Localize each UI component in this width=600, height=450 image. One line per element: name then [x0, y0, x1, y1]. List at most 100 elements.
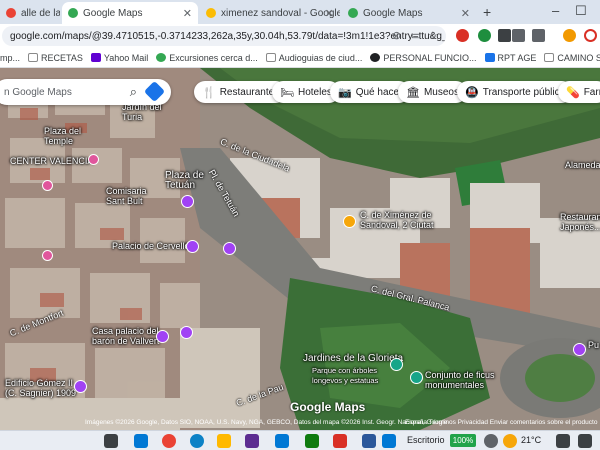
chip-farmacias[interactable]: 💊Farma	[558, 81, 600, 103]
bookmark-item[interactable]: RPT AGE	[484, 53, 536, 63]
place-label[interactable]: Restaurante Japonés...	[560, 212, 600, 232]
chrome-icon[interactable]	[162, 434, 176, 448]
map-footer-links[interactable]: España Términos Privacidad Enviar coment…	[405, 419, 597, 426]
install-icon[interactable]: ▭	[411, 29, 421, 42]
maximize-button[interactable]: ☐	[575, 3, 587, 19]
show-hidden-icons[interactable]	[556, 434, 570, 448]
museum-icon: 🏛	[406, 86, 420, 99]
extension-icon[interactable]	[498, 29, 511, 42]
mail-icon[interactable]	[275, 434, 289, 448]
address-bar[interactable]: google.com/maps/@39.4710515,-0.3714233,2…	[2, 26, 446, 46]
directions-icon[interactable]	[143, 80, 166, 103]
place-label[interactable]: Jardines de la Glorieta	[303, 354, 403, 364]
tab-3[interactable]: ximenez sandoval - Google Fot ✕	[200, 2, 340, 24]
place-label[interactable]: Pu	[588, 340, 599, 350]
app-icon[interactable]	[484, 434, 498, 448]
attraction-pin-icon[interactable]	[156, 330, 169, 343]
pdf-icon[interactable]	[333, 434, 347, 448]
google-maps-icon	[348, 8, 358, 18]
place-label[interactable]: CENTER VALENCIA	[10, 156, 93, 166]
google-maps-icon	[68, 8, 78, 18]
pharmacy-icon: 💊	[566, 86, 580, 99]
place-label[interactable]: Casa palacio del barón de Vallvert	[92, 326, 159, 346]
store-icon[interactable]	[245, 434, 259, 448]
bookmark-item[interactable]: Yahoo Mail	[90, 53, 148, 63]
search-input[interactable]: n Google Maps	[4, 87, 72, 98]
weather-icon[interactable]	[503, 434, 517, 448]
google-maps-watermark: Google Maps	[290, 400, 366, 414]
file-explorer-icon[interactable]	[217, 434, 231, 448]
edge-icon[interactable]	[190, 434, 204, 448]
camera-icon: 📷	[338, 86, 352, 99]
tab-strip: alle de la Pau Google Maps ✕ ximenez san…	[0, 0, 600, 24]
star-icon[interactable]: ☆	[428, 29, 438, 42]
satellite-map[interactable]: Plaza del Temple CENTER VALENCIA Comisar…	[0, 68, 600, 430]
attraction-pin-icon[interactable]	[223, 242, 236, 255]
temperature[interactable]: 21°C	[521, 435, 541, 445]
map-pin-icon[interactable]	[88, 154, 99, 165]
search-icon[interactable]: ⌕	[130, 84, 137, 100]
avatar[interactable]	[584, 29, 597, 42]
close-tab-icon[interactable]: ✕	[325, 7, 334, 20]
place-label[interactable]: Edificio Gómez II (C. Sagnier) 1909	[5, 378, 76, 398]
desktop-label[interactable]: Escritorio	[407, 435, 445, 445]
site-icon	[484, 53, 495, 62]
place-label: Parque con árboles longevos y estatuas	[312, 366, 379, 385]
attraction-pin-icon[interactable]	[180, 326, 193, 339]
place-label[interactable]: C. de Ximénez de Sandoval, 2 Ciutat	[360, 210, 434, 230]
tab-1[interactable]: alle de la Pau	[0, 2, 60, 24]
close-tab-icon[interactable]: ✕	[183, 7, 192, 20]
favicon-icon	[6, 8, 16, 18]
attraction-pin-icon[interactable]	[74, 380, 87, 393]
bookmark-item[interactable]: Excursiones cerca d...	[156, 53, 258, 63]
chip-transporte[interactable]: 🚇 Transporte público	[457, 81, 574, 103]
bookmarks-bar: mp... RECETAS Yahoo Mail Excursiones cer…	[0, 48, 600, 68]
windows-taskbar: Escritorio 100% 21°C	[0, 430, 600, 450]
place-label[interactable]: Comisaria Sant Bult	[106, 186, 147, 206]
task-view-icon[interactable]	[104, 434, 118, 448]
close-tab-icon[interactable]: ✕	[461, 7, 470, 20]
cast-icon[interactable]	[532, 29, 545, 42]
widgets-icon[interactable]	[134, 434, 148, 448]
bookmark-item[interactable]: Audioguias de ciud...	[265, 53, 362, 63]
bookmark-item[interactable]: CAMINO SANTIAGO	[544, 53, 600, 63]
browser-toolbar: google.com/maps/@39.4710515,-0.3714233,2…	[0, 24, 600, 48]
eye-off-icon[interactable]: ⊘	[392, 29, 401, 42]
puzzle-icon[interactable]	[512, 29, 525, 42]
extension-icon[interactable]	[456, 29, 469, 42]
google-photos-icon	[206, 8, 216, 18]
battery-indicator[interactable]: 100%	[450, 434, 476, 447]
place-label[interactable]: Conjunto de ficus monumentales	[425, 370, 495, 390]
park-pin-icon[interactable]	[390, 358, 403, 371]
selected-pin-icon[interactable]	[343, 215, 356, 228]
word-icon[interactable]	[362, 434, 376, 448]
bookmark-item[interactable]: PERSONAL FUNCIO...	[370, 53, 477, 63]
park-pin-icon[interactable]	[410, 371, 423, 384]
place-label[interactable]: Plaza de Tetuán	[165, 171, 204, 191]
minimize-button[interactable]: –	[552, 3, 559, 18]
bookmark-item[interactable]: RECETAS	[28, 53, 83, 63]
folder-icon	[265, 53, 276, 62]
place-label[interactable]: Jardín del Turia	[122, 102, 162, 122]
tab-4[interactable]: Google Maps ✕	[342, 2, 476, 24]
tab-label: Google Maps	[363, 7, 423, 19]
extension-icon[interactable]	[478, 29, 491, 42]
app-icon[interactable]	[382, 434, 396, 448]
attraction-pin-icon[interactable]	[573, 343, 586, 356]
app-icon[interactable]	[305, 434, 319, 448]
site-icon	[370, 53, 381, 62]
map-pin-icon[interactable]	[42, 180, 53, 191]
transit-icon: 🚇	[465, 86, 479, 99]
download-icon[interactable]	[563, 29, 576, 42]
network-icon[interactable]	[578, 434, 592, 448]
maps-search-box[interactable]: n Google Maps ⌕	[0, 79, 171, 105]
place-label[interactable]: Alameda	[565, 160, 600, 170]
attraction-pin-icon[interactable]	[186, 240, 199, 253]
place-label[interactable]: Plaza del Temple	[44, 126, 81, 146]
place-label[interactable]: Palacio de Cervelló	[112, 241, 190, 251]
tab-2[interactable]: Google Maps ✕	[62, 2, 198, 24]
new-tab-button[interactable]: +	[483, 4, 491, 20]
attraction-pin-icon[interactable]	[181, 195, 194, 208]
bookmark-item[interactable]: mp...	[0, 53, 20, 63]
map-pin-icon[interactable]	[42, 250, 53, 261]
